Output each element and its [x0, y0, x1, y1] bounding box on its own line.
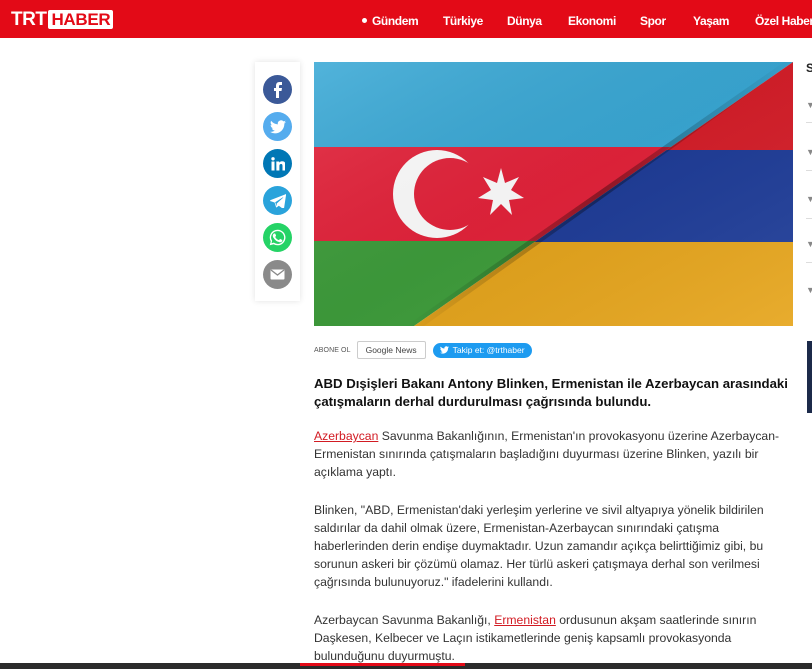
chevron-down-icon[interactable]: ▼: [806, 195, 812, 204]
chevron-down-icon[interactable]: ▼: [806, 148, 812, 157]
hero-image-azerbaijan-armenia-flags: [314, 62, 793, 326]
divider: [806, 170, 812, 171]
divider: [806, 218, 812, 219]
right-rail-heading: S: [806, 61, 812, 75]
azerbaycan-tag-link[interactable]: Azerbaycan: [314, 429, 378, 443]
trt-haber-logo[interactable]: TRT HABER: [11, 9, 114, 30]
top-navigation-bar: TRT HABER Gündem Türkiye Dünya Ekonomi S…: [0, 0, 812, 38]
nav-item-yasam[interactable]: Yaşam: [693, 14, 729, 28]
nav-item-ekonomi[interactable]: Ekonomi: [568, 14, 616, 28]
nav-item-gundem[interactable]: Gündem: [362, 14, 419, 28]
nav-item-dunya[interactable]: Dünya: [507, 14, 542, 28]
nav-item-ozel-haber[interactable]: Özel Haber: [755, 14, 812, 28]
share-sidebar: [255, 62, 300, 301]
twitter-follow-button[interactable]: Takip et: @trthaber: [432, 342, 532, 358]
twitter-follow-label: Takip et: @trthaber: [452, 345, 525, 355]
linkedin-icon[interactable]: [263, 149, 292, 178]
paragraph-text: Savunma Bakanlığının, Ermenistan'ın prov…: [314, 429, 780, 479]
google-news-button[interactable]: Google News: [356, 341, 426, 359]
article-lead: ABD Dışişleri Bakanı Antony Blinken, Erm…: [314, 376, 788, 409]
divider: [806, 262, 812, 263]
chevron-down-icon[interactable]: ▼: [806, 286, 812, 295]
bottom-accent: [300, 663, 465, 666]
article-paragraph-3: Azerbaycan Savunma Bakanlığı, Ermenistan…: [314, 611, 792, 665]
active-dot-icon: [362, 18, 367, 24]
article-paragraph-2: Blinken, "ABD, Ermenistan'daki yerleşim …: [314, 503, 764, 589]
email-icon[interactable]: [263, 260, 292, 289]
telegram-icon[interactable]: [263, 186, 292, 215]
whatsapp-icon[interactable]: [263, 223, 292, 252]
paragraph-text: Azerbaycan Savunma Bakanlığı,: [314, 613, 495, 627]
right-rail-banner[interactable]: [807, 341, 812, 413]
chevron-down-icon[interactable]: ▼: [806, 240, 812, 249]
subscribe-label: ABONE OL: [314, 346, 351, 354]
nav-item-label: Gündem: [372, 14, 419, 28]
chevron-down-icon[interactable]: ▼: [806, 101, 812, 110]
follow-row: ABONE OL Google News Takip et: @trthaber: [314, 341, 532, 359]
facebook-icon[interactable]: [263, 75, 292, 104]
article-paragraph-1: Azerbaycan Savunma Bakanlığının, Ermenis…: [314, 427, 792, 481]
divider: [806, 122, 812, 123]
twitter-bird-icon: [439, 346, 449, 354]
ermenistan-tag-link[interactable]: Ermenistan: [494, 613, 556, 627]
logo-trt-text: TRT: [11, 9, 47, 30]
logo-haber-text: HABER: [48, 10, 114, 29]
twitter-icon[interactable]: [263, 112, 292, 141]
nav-item-turkiye[interactable]: Türkiye: [443, 14, 483, 28]
nav-item-spor[interactable]: Spor: [640, 14, 666, 28]
